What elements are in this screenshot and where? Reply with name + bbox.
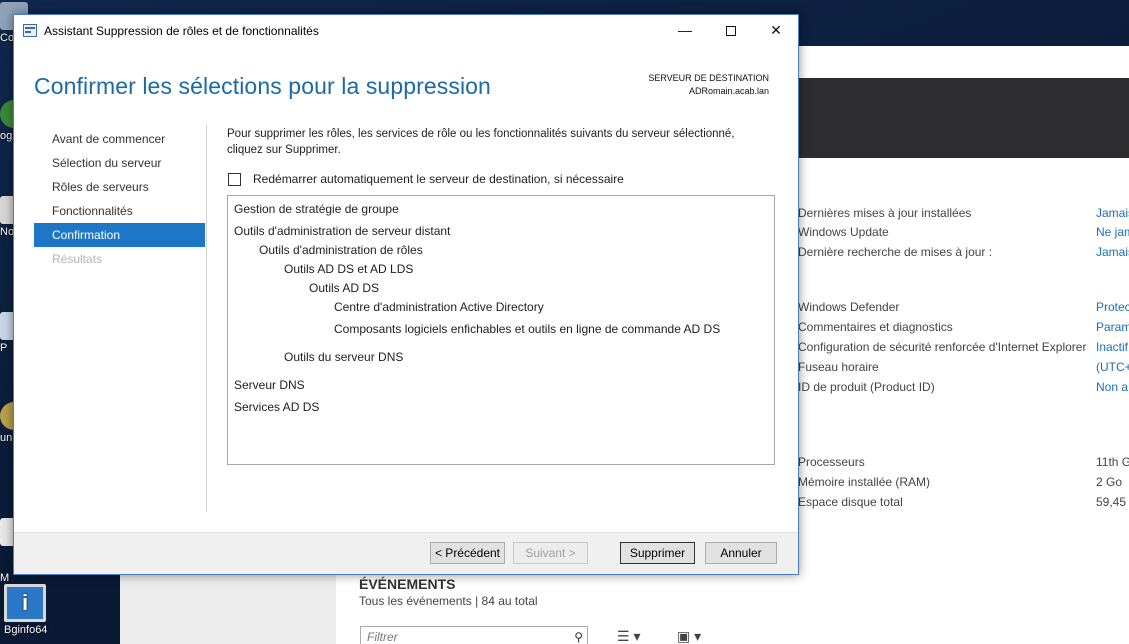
info-icon: i [4, 584, 46, 622]
previous-button[interactable]: < Précédent [430, 542, 505, 564]
property-value-link[interactable]: Param [1096, 320, 1129, 334]
desktop-icon-label: un [0, 432, 13, 444]
destination-label: SERVEUR DE DESTINATION [648, 73, 769, 83]
maximize-button[interactable] [708, 15, 754, 46]
events-section: ÉVÉNEMENTS Tous les événements | 84 au t… [359, 576, 538, 608]
filter-placeholder: Filtrer [367, 630, 398, 644]
destination-server-name: ADRomain.acab.lan [688, 86, 769, 96]
desktop-icon-label: Bginfo64 [4, 624, 48, 636]
list-item: Services AD DS [234, 400, 320, 414]
window-title: Assistant Suppression de rôles et de fon… [44, 24, 319, 38]
intro-text: Pour supprimer les rôles, les services d… [227, 128, 735, 156]
list-item: Gestion de stratégie de groupe [234, 202, 399, 216]
confirmation-content: Pour supprimer les rôles, les services d… [227, 126, 787, 186]
property-value-link[interactable]: Protec [1096, 300, 1129, 314]
navigation-divider [206, 125, 207, 512]
page-title: Confirmer les sélections pour la suppres… [34, 73, 491, 99]
property-row: Dernières mises à jour installées Jamais [798, 206, 1129, 226]
property-value-link[interactable]: Inactif [1096, 340, 1129, 354]
property-row: Processeurs 11th G [798, 455, 1129, 475]
desktop-icon-label: Co [0, 32, 15, 44]
nav-item-results: Résultats [52, 252, 103, 266]
server-manager-app-icon [23, 24, 37, 37]
close-icon: ✕ [770, 22, 782, 38]
property-row: Mémoire installée (RAM) 2 Go [798, 475, 1129, 495]
wizard-navigation: Avant de commencer Sélection du serveur … [34, 127, 205, 271]
search-icon: ⚲ [574, 630, 583, 644]
property-key: Windows Update [798, 225, 889, 239]
property-row: Configuration de sécurité renforcée d'In… [798, 340, 1129, 360]
events-filter-input[interactable]: Filtrer ⚲ [360, 626, 588, 644]
property-key: Fuseau horaire [798, 360, 879, 374]
next-button: Suivant > [513, 542, 588, 564]
property-row: Commentaires et diagnostics Param [798, 320, 1129, 340]
property-value-link[interactable]: Jamais [1096, 245, 1129, 259]
property-value-link[interactable]: Non a [1096, 380, 1129, 394]
nav-item-confirmation[interactable]: Confirmation [34, 223, 205, 247]
title-bar[interactable]: Assistant Suppression de rôles et de fon… [14, 15, 798, 46]
property-value: 2 Go [1096, 475, 1123, 489]
list-item: Outils d'administration de rôles [259, 243, 423, 257]
list-item: Outils du serveur DNS [284, 350, 404, 364]
list-item: Outils AD DS et AD LDS [284, 262, 414, 276]
property-value: 11th G [1096, 455, 1129, 469]
selections-list: Gestion de stratégie de groupe Outils d'… [227, 195, 775, 465]
property-key: ID de produit (Product ID) [798, 380, 935, 394]
property-key: Commentaires et diagnostics [798, 320, 953, 334]
property-row: Windows Update Ne jam [798, 225, 1129, 245]
nav-item-server-roles[interactable]: Rôles de serveurs [34, 175, 205, 199]
property-key: Dernière recherche de mises à jour : [798, 245, 993, 259]
nav-item-features[interactable]: Fonctionnalités [34, 199, 205, 223]
property-value-link[interactable]: Ne jam [1096, 225, 1129, 239]
list-item: Serveur DNS [234, 378, 305, 392]
property-value-link[interactable]: Jamais [1096, 206, 1129, 220]
destination-server-info: SERVEUR DE DESTINATION ADRomain.acab.lan [648, 72, 769, 98]
desktop-icon-label: No [0, 226, 15, 238]
minimize-button[interactable]: — [662, 15, 708, 46]
property-row: ID de produit (Product ID) Non a [798, 380, 1129, 400]
save-options-icon[interactable]: ▣ ▾ [677, 628, 701, 644]
desktop-icon-bginfo[interactable]: i Bginfo64 [4, 584, 50, 636]
nav-item-before-you-begin[interactable]: Avant de commencer [34, 127, 205, 151]
maximize-icon [726, 26, 736, 37]
property-value-link[interactable]: (UTC+ [1096, 360, 1129, 374]
list-options-icon[interactable]: ☰ ▾ [617, 628, 640, 644]
property-row: Fuseau horaire (UTC+ [798, 360, 1129, 380]
list-item: Composants logiciels enfichables et outi… [334, 322, 721, 336]
property-row: Dernière recherche de mises à jour : Jama… [798, 245, 1129, 265]
property-key: Espace disque total [798, 495, 903, 509]
desktop-icon-label: og [0, 130, 13, 142]
close-button[interactable]: ✕ [753, 15, 799, 46]
desktop-icon-label: P [0, 342, 8, 354]
property-row: Windows Defender Protec [798, 300, 1129, 320]
remove-roles-wizard-dialog: Assistant Suppression de rôles et de fon… [13, 14, 799, 575]
property-key: Mémoire installée (RAM) [798, 475, 931, 489]
remove-button[interactable]: Supprimer [620, 542, 695, 564]
property-key: Windows Defender [798, 300, 900, 314]
list-item: Centre d'administration Active Directory [334, 300, 544, 314]
restart-checkbox-label[interactable]: Redémarrer automatiquement le serveur de… [253, 172, 624, 186]
property-key: Processeurs [798, 455, 865, 469]
list-item: Outils AD DS [309, 281, 380, 295]
property-key: Configuration de sécurité renforcée d'In… [798, 340, 1087, 354]
nav-item-server-selection[interactable]: Sélection du serveur [34, 151, 205, 175]
events-title: ÉVÉNEMENTS [359, 576, 456, 592]
restart-checkbox[interactable] [228, 173, 241, 186]
list-item: Outils d'administration de serveur dista… [234, 224, 451, 238]
property-value: 59,45 [1096, 495, 1127, 509]
cancel-button[interactable]: Annuler [705, 542, 777, 564]
minimize-icon: — [678, 22, 692, 38]
property-key: Dernières mises à jour installées [798, 206, 972, 220]
events-subtitle: Tous les événements | 84 au total [359, 594, 538, 608]
property-row: Espace disque total 59,45 [798, 495, 1129, 515]
button-bar: < Précédent Suivant > Supprimer Annuler [14, 532, 798, 574]
